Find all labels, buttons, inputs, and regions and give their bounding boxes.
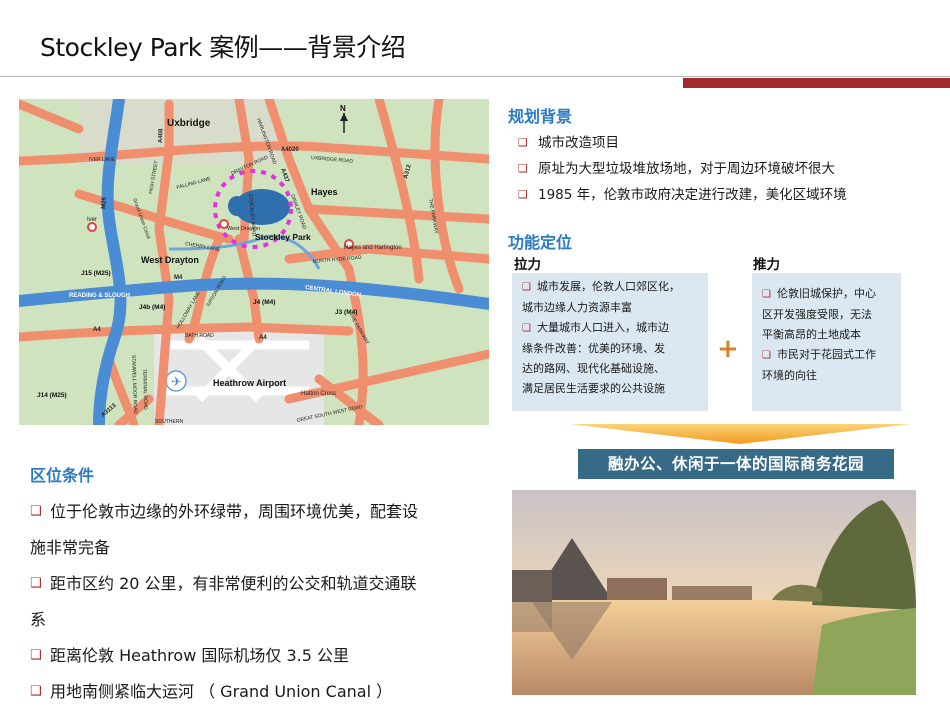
push-box: ❑ 伦敦旧城保护，中心 区开发强度受限，无法 平衡高昂的土地成本 ❑ 市民对于花园式… [752, 273, 901, 411]
list-item: 达的路网、现代化基础设施、 [522, 362, 665, 375]
list-item: 系 [30, 610, 47, 629]
list-item: 缘条件改善：优美的环境、发 [522, 342, 665, 355]
location-map: ✈ N Uxbridge Hayes West Drayton Stockley… [19, 99, 489, 425]
rail-station-icon [87, 222, 97, 232]
place-hayes: Hayes [311, 187, 338, 197]
junction-j4b: J4b (M4) [139, 304, 165, 311]
planning-list: ❑ 城市改造项目 ❑ 原址为大型垃圾堆放场地，对于周边环境破坏很大 ❑ 1985 年，… [518, 130, 938, 208]
list-item: ❑ 大量城市人口进入，城市边 [522, 321, 669, 334]
list-item: ❑ 市民对于花园式工作 [762, 348, 876, 361]
plus-icon: + [717, 334, 739, 364]
list-item: 施非常完备 [30, 538, 111, 557]
hollow-square-icon: ❑ [762, 350, 771, 361]
list-item: 满足居民生活要求的公共设施 [522, 382, 665, 395]
place-west-drayton: West Drayton [141, 255, 199, 265]
hollow-square-icon: ❑ [30, 576, 42, 591]
header-divider [0, 76, 950, 77]
hollow-square-icon: ❑ [522, 282, 531, 293]
hollow-square-icon: ❑ [762, 289, 771, 300]
pull-label: 拉力 [514, 257, 541, 273]
junction-j14: J14 (M25) [37, 392, 67, 399]
place-heathrow: Heathrow Airport [213, 378, 286, 388]
place-hayes-harlington: Hayes and Harlington [344, 245, 402, 251]
place-stockley-park: Stockley Park [255, 232, 311, 242]
page-title: Stockley Park 案例——背景介绍 [40, 33, 406, 62]
road-a4: A4 [93, 327, 101, 333]
place-iver: Iver [87, 217, 97, 223]
down-arrow-icon [570, 424, 910, 444]
list-item: 城市边缘人力资源丰富 [522, 301, 632, 314]
list-item: 区开发强度受限，无法 [762, 308, 872, 321]
location-heading: 区位条件 [30, 466, 95, 485]
place-hatton-cross: Hatton Cross [301, 391, 336, 397]
hollow-square-icon: ❑ [30, 504, 42, 519]
place-uxbridge: Uxbridge [167, 118, 211, 129]
planning-heading: 规划背景 [508, 107, 573, 126]
result-banner: 融办公、休闲于一体的国际商务花园 [578, 449, 894, 479]
junction-j15: J15 (M25) [81, 270, 111, 277]
hollow-square-icon: ❑ [522, 323, 531, 334]
list-item: ❑ 距市区约 20 公里，有非常便利的公交和轨道交通联 [30, 566, 490, 602]
pull-box: ❑ 城市发展，伦敦人口郊区化， 城市边缘人力资源丰富 ❑ 大量城市人口进入，城市边 … [512, 273, 708, 411]
function-heading: 功能定位 [508, 233, 573, 252]
stockley-park-photo [512, 490, 916, 695]
list-item: ❑ 城市发展，伦敦人口郊区化， [522, 280, 680, 293]
location-list: ❑ 位于伦敦市边缘的外环绿带，周围环境优美，配套设 施非常完备 ❑ 距市区约 20 … [30, 494, 490, 710]
list-item: ❑ 原址为大型垃圾堆放场地，对于周边环境破坏很大 [518, 156, 938, 182]
hollow-square-icon: ❑ [518, 162, 528, 175]
hollow-square-icon: ❑ [518, 188, 528, 201]
list-item: ❑ 位于伦敦市边缘的外环绿带，周围环境优美，配套设 [30, 494, 490, 530]
push-label: 推力 [753, 257, 780, 273]
junction-j4: J4 (M4) [253, 299, 275, 306]
road-a4-east: A4 [259, 335, 267, 341]
road-bath-road: BATH ROAD [185, 333, 214, 339]
list-item: ❑ 1985 年，伦敦市政府决定进行改建，美化区域环境 [518, 182, 938, 208]
road-iver-lane: IVER LANE [89, 157, 116, 163]
hollow-square-icon: ❑ [518, 136, 528, 149]
road-a408: A408 [158, 128, 165, 143]
list-item: ❑ 用地南侧紧临大运河 （ Grand Union Canal ） [30, 674, 490, 710]
hollow-square-icon: ❑ [30, 684, 42, 699]
hollow-square-icon: ❑ [30, 648, 42, 663]
north-label: N [340, 104, 346, 113]
list-item: 平衡高昂的土地成本 [762, 328, 861, 341]
list-item: ❑ 距离伦敦 Heathrow 国际机场仅 3.5 公里 [30, 638, 490, 674]
road-southern-perimeter: SOUTHERN [155, 419, 183, 425]
list-item: ❑ 城市改造项目 [518, 130, 938, 156]
svg-text:✈: ✈ [171, 374, 182, 389]
header-accent-bar [683, 78, 950, 88]
list-item: 环境的向往 [762, 369, 817, 382]
road-reading-slough: READING & SLOUGH [69, 293, 130, 299]
list-item: ❑ 伦敦旧城保护，中心 [762, 287, 876, 300]
road-m25: M25 [101, 196, 108, 209]
road-m4: M4 [174, 275, 183, 281]
road-a4020: A4020 [281, 147, 299, 153]
